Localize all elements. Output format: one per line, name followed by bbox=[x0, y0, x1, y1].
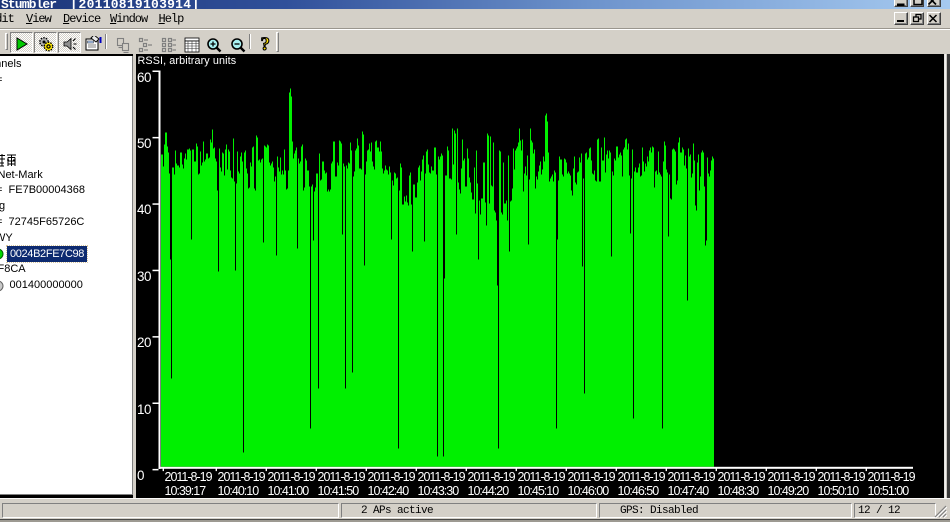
svg-text:?: ? bbox=[261, 35, 271, 53]
